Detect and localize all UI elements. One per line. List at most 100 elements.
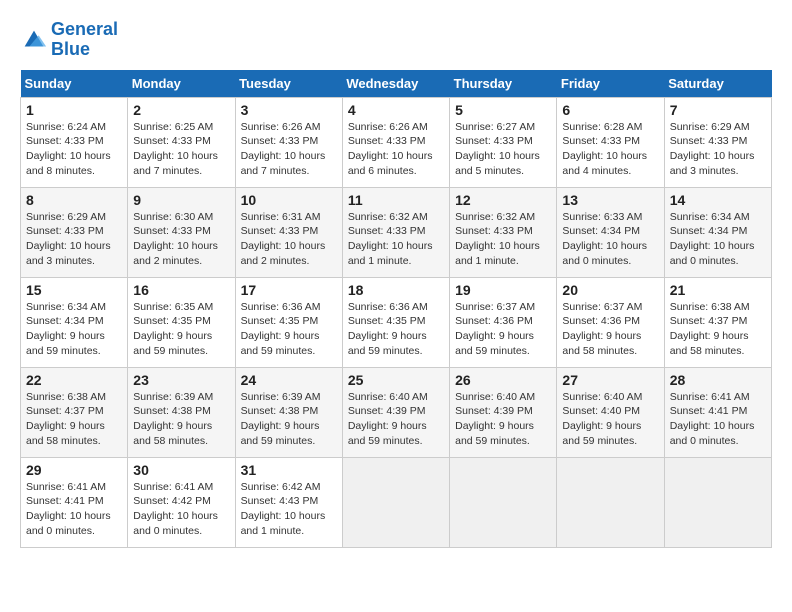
day-info: Sunrise: 6:39 AM Sunset: 4:38 PM Dayligh… bbox=[241, 390, 337, 449]
day-number: 19 bbox=[455, 282, 551, 298]
empty-cell bbox=[664, 457, 771, 547]
day-cell-26: 26 Sunrise: 6:40 AM Sunset: 4:39 PM Dayli… bbox=[450, 367, 557, 457]
day-cell-1: 1 Sunrise: 6:24 AM Sunset: 4:33 PM Daylig… bbox=[21, 97, 128, 187]
week-row-1: 1 Sunrise: 6:24 AM Sunset: 4:33 PM Daylig… bbox=[21, 97, 772, 187]
header-day-monday: Monday bbox=[128, 70, 235, 98]
day-info: Sunrise: 6:34 AM Sunset: 4:34 PM Dayligh… bbox=[26, 300, 122, 359]
day-cell-16: 16 Sunrise: 6:35 AM Sunset: 4:35 PM Dayli… bbox=[128, 277, 235, 367]
day-number: 18 bbox=[348, 282, 444, 298]
day-info: Sunrise: 6:42 AM Sunset: 4:43 PM Dayligh… bbox=[241, 480, 337, 539]
day-number: 27 bbox=[562, 372, 658, 388]
day-number: 14 bbox=[670, 192, 766, 208]
day-number: 22 bbox=[26, 372, 122, 388]
day-info: Sunrise: 6:29 AM Sunset: 4:33 PM Dayligh… bbox=[26, 210, 122, 269]
day-number: 25 bbox=[348, 372, 444, 388]
day-info: Sunrise: 6:29 AM Sunset: 4:33 PM Dayligh… bbox=[670, 120, 766, 179]
day-cell-25: 25 Sunrise: 6:40 AM Sunset: 4:39 PM Dayli… bbox=[342, 367, 449, 457]
empty-cell bbox=[557, 457, 664, 547]
day-cell-12: 12Sunrise: 6:32 AM Sunset: 4:33 PM Dayli… bbox=[450, 187, 557, 277]
logo-icon bbox=[20, 26, 48, 54]
header-day-sunday: Sunday bbox=[21, 70, 128, 98]
day-cell-27: 27 Sunrise: 6:40 AM Sunset: 4:40 PM Dayli… bbox=[557, 367, 664, 457]
day-number: 21 bbox=[670, 282, 766, 298]
day-number: 12 bbox=[455, 192, 551, 208]
day-number: 24 bbox=[241, 372, 337, 388]
day-info: Sunrise: 6:33 AM Sunset: 4:34 PM Dayligh… bbox=[562, 210, 658, 269]
day-cell-10: 10 Sunrise: 6:31 AM Sunset: 4:33 PM Dayli… bbox=[235, 187, 342, 277]
day-cell-7: 7 Sunrise: 6:29 AM Sunset: 4:33 PM Daylig… bbox=[664, 97, 771, 187]
header-day-wednesday: Wednesday bbox=[342, 70, 449, 98]
week-row-2: 8 Sunrise: 6:29 AM Sunset: 4:33 PM Daylig… bbox=[21, 187, 772, 277]
day-number: 9 bbox=[133, 192, 229, 208]
day-info: Sunrise: 6:41 AM Sunset: 4:42 PM Dayligh… bbox=[133, 480, 229, 539]
day-cell-15: 15Sunrise: 6:34 AM Sunset: 4:34 PM Dayli… bbox=[21, 277, 128, 367]
day-info: Sunrise: 6:41 AM Sunset: 4:41 PM Dayligh… bbox=[26, 480, 122, 539]
day-cell-20: 20Sunrise: 6:37 AM Sunset: 4:36 PM Dayli… bbox=[557, 277, 664, 367]
day-cell-3: 3Sunrise: 6:26 AM Sunset: 4:33 PM Daylig… bbox=[235, 97, 342, 187]
header-day-saturday: Saturday bbox=[664, 70, 771, 98]
empty-cell bbox=[342, 457, 449, 547]
day-cell-9: 9 Sunrise: 6:30 AM Sunset: 4:33 PM Daylig… bbox=[128, 187, 235, 277]
day-number: 5 bbox=[455, 102, 551, 118]
day-cell-8: 8 Sunrise: 6:29 AM Sunset: 4:33 PM Daylig… bbox=[21, 187, 128, 277]
day-cell-11: 11Sunrise: 6:32 AM Sunset: 4:33 PM Dayli… bbox=[342, 187, 449, 277]
header-day-friday: Friday bbox=[557, 70, 664, 98]
day-info: Sunrise: 6:37 AM Sunset: 4:36 PM Dayligh… bbox=[455, 300, 551, 359]
day-cell-18: 18 Sunrise: 6:36 AM Sunset: 4:35 PM Dayli… bbox=[342, 277, 449, 367]
day-number: 1 bbox=[26, 102, 122, 118]
day-cell-14: 14 Sunrise: 6:34 AM Sunset: 4:34 PM Dayli… bbox=[664, 187, 771, 277]
day-info: Sunrise: 6:34 AM Sunset: 4:34 PM Dayligh… bbox=[670, 210, 766, 269]
day-number: 13 bbox=[562, 192, 658, 208]
day-info: Sunrise: 6:31 AM Sunset: 4:33 PM Dayligh… bbox=[241, 210, 337, 269]
day-number: 2 bbox=[133, 102, 229, 118]
day-cell-2: 2 Sunrise: 6:25 AM Sunset: 4:33 PM Daylig… bbox=[128, 97, 235, 187]
day-info: Sunrise: 6:26 AM Sunset: 4:33 PM Dayligh… bbox=[241, 120, 337, 179]
day-info: Sunrise: 6:36 AM Sunset: 4:35 PM Dayligh… bbox=[241, 300, 337, 359]
day-number: 26 bbox=[455, 372, 551, 388]
day-number: 7 bbox=[670, 102, 766, 118]
day-cell-22: 22 Sunrise: 6:38 AM Sunset: 4:37 PM Dayli… bbox=[21, 367, 128, 457]
day-cell-23: 23Sunrise: 6:39 AM Sunset: 4:38 PM Dayli… bbox=[128, 367, 235, 457]
header-day-tuesday: Tuesday bbox=[235, 70, 342, 98]
day-number: 10 bbox=[241, 192, 337, 208]
day-info: Sunrise: 6:38 AM Sunset: 4:37 PM Dayligh… bbox=[670, 300, 766, 359]
day-number: 16 bbox=[133, 282, 229, 298]
day-info: Sunrise: 6:32 AM Sunset: 4:33 PM Dayligh… bbox=[348, 210, 444, 269]
day-info: Sunrise: 6:38 AM Sunset: 4:37 PM Dayligh… bbox=[26, 390, 122, 449]
day-info: Sunrise: 6:24 AM Sunset: 4:33 PM Dayligh… bbox=[26, 120, 122, 179]
day-info: Sunrise: 6:28 AM Sunset: 4:33 PM Dayligh… bbox=[562, 120, 658, 179]
day-info: Sunrise: 6:40 AM Sunset: 4:39 PM Dayligh… bbox=[455, 390, 551, 449]
page-header: General Blue bbox=[20, 20, 772, 60]
week-row-4: 22 Sunrise: 6:38 AM Sunset: 4:37 PM Dayli… bbox=[21, 367, 772, 457]
day-cell-6: 6Sunrise: 6:28 AM Sunset: 4:33 PM Daylig… bbox=[557, 97, 664, 187]
day-info: Sunrise: 6:30 AM Sunset: 4:33 PM Dayligh… bbox=[133, 210, 229, 269]
day-number: 23 bbox=[133, 372, 229, 388]
day-number: 30 bbox=[133, 462, 229, 478]
day-number: 20 bbox=[562, 282, 658, 298]
day-info: Sunrise: 6:40 AM Sunset: 4:39 PM Dayligh… bbox=[348, 390, 444, 449]
logo-text: General Blue bbox=[51, 20, 118, 60]
header-row: SundayMondayTuesdayWednesdayThursdayFrid… bbox=[21, 70, 772, 98]
logo: General Blue bbox=[20, 20, 118, 60]
day-cell-13: 13 Sunrise: 6:33 AM Sunset: 4:34 PM Dayli… bbox=[557, 187, 664, 277]
day-cell-19: 19 Sunrise: 6:37 AM Sunset: 4:36 PM Dayli… bbox=[450, 277, 557, 367]
day-info: Sunrise: 6:41 AM Sunset: 4:41 PM Dayligh… bbox=[670, 390, 766, 449]
calendar-table: SundayMondayTuesdayWednesdayThursdayFrid… bbox=[20, 70, 772, 548]
day-cell-30: 30 Sunrise: 6:41 AM Sunset: 4:42 PM Dayli… bbox=[128, 457, 235, 547]
week-row-5: 29 Sunrise: 6:41 AM Sunset: 4:41 PM Dayli… bbox=[21, 457, 772, 547]
day-info: Sunrise: 6:25 AM Sunset: 4:33 PM Dayligh… bbox=[133, 120, 229, 179]
day-cell-5: 5 Sunrise: 6:27 AM Sunset: 4:33 PM Daylig… bbox=[450, 97, 557, 187]
day-cell-31: 31 Sunrise: 6:42 AM Sunset: 4:43 PM Dayli… bbox=[235, 457, 342, 547]
header-day-thursday: Thursday bbox=[450, 70, 557, 98]
day-info: Sunrise: 6:35 AM Sunset: 4:35 PM Dayligh… bbox=[133, 300, 229, 359]
day-number: 8 bbox=[26, 192, 122, 208]
day-info: Sunrise: 6:26 AM Sunset: 4:33 PM Dayligh… bbox=[348, 120, 444, 179]
day-number: 4 bbox=[348, 102, 444, 118]
day-info: Sunrise: 6:27 AM Sunset: 4:33 PM Dayligh… bbox=[455, 120, 551, 179]
day-info: Sunrise: 6:36 AM Sunset: 4:35 PM Dayligh… bbox=[348, 300, 444, 359]
day-info: Sunrise: 6:40 AM Sunset: 4:40 PM Dayligh… bbox=[562, 390, 658, 449]
day-number: 17 bbox=[241, 282, 337, 298]
day-number: 31 bbox=[241, 462, 337, 478]
calendar-header: SundayMondayTuesdayWednesdayThursdayFrid… bbox=[21, 70, 772, 98]
day-number: 29 bbox=[26, 462, 122, 478]
